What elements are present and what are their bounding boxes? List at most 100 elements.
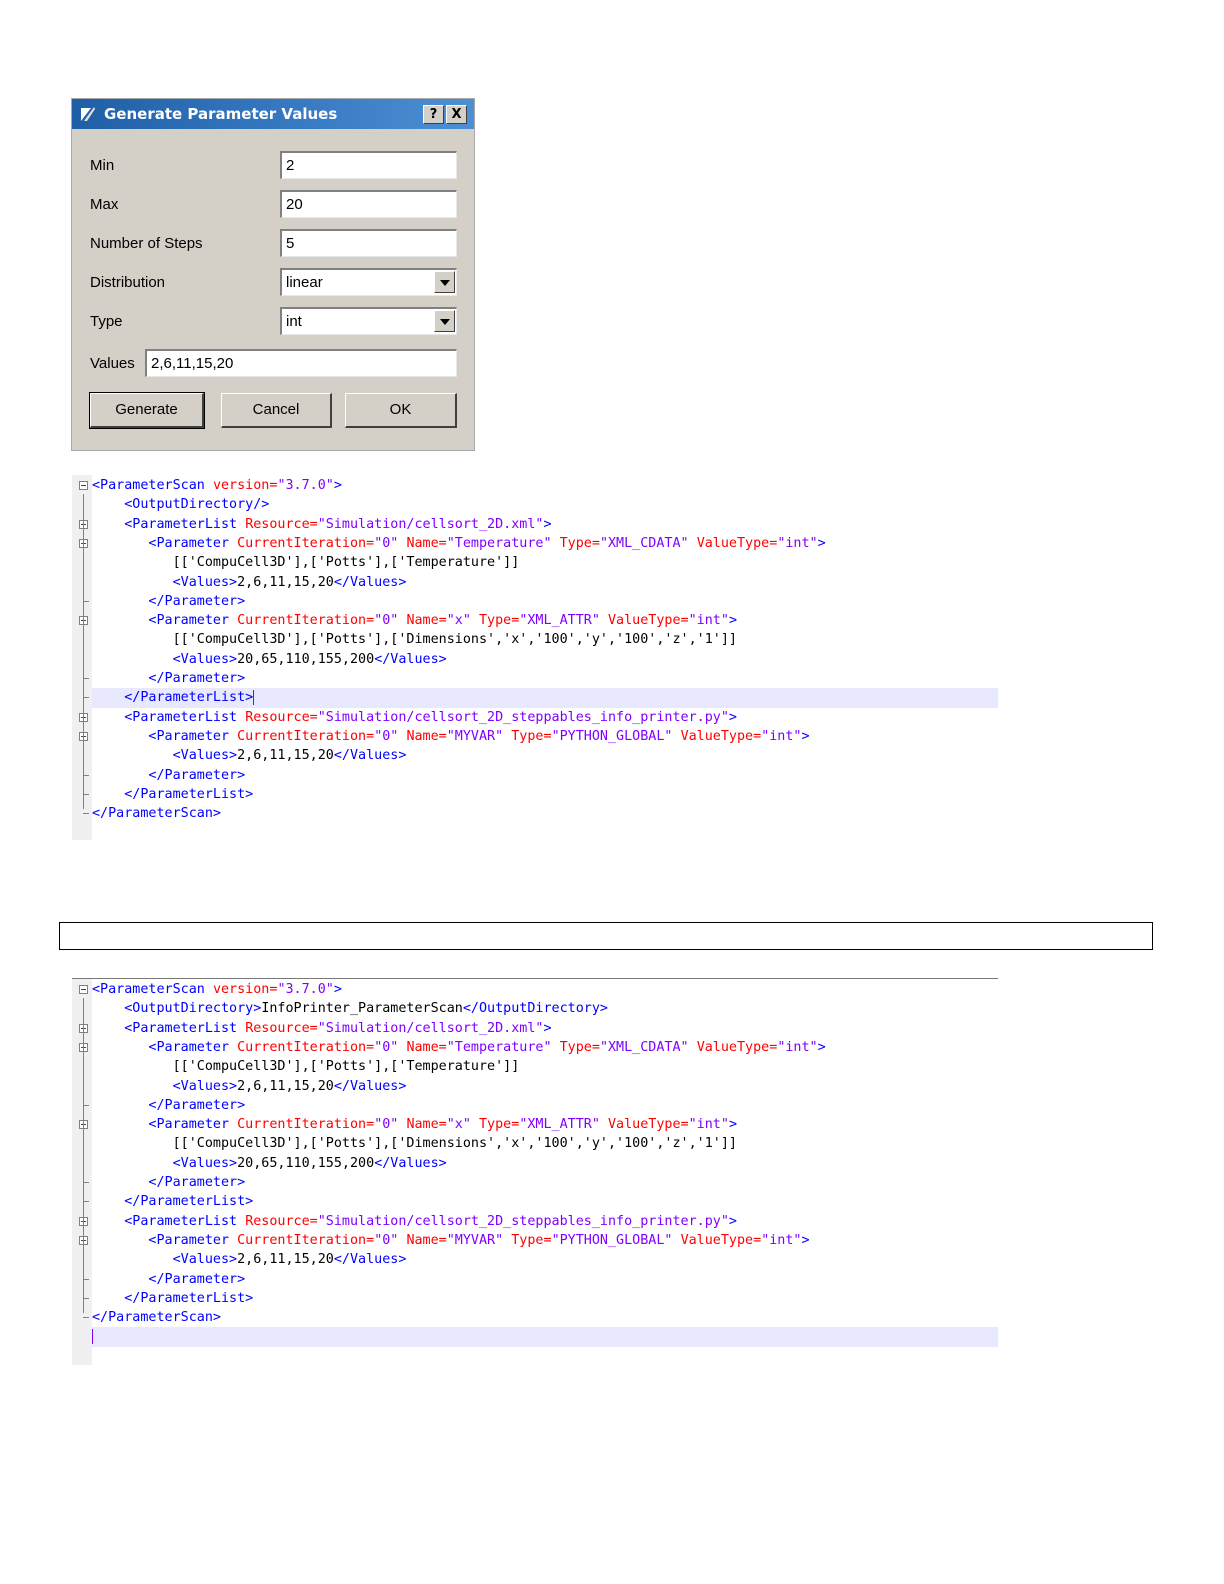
max-input[interactable]: 20: [280, 190, 457, 218]
text-cursor: [92, 1328, 93, 1344]
code-token: </Parameter>: [92, 593, 246, 609]
code-token: version=: [212, 982, 278, 997]
code-line[interactable]: <Parameter CurrentIteration="0" Name="x"…: [92, 1115, 998, 1134]
code-token: </Values>: [374, 651, 447, 667]
code-line[interactable]: [['CompuCell3D'],['Potts'],['Dimensions'…: [92, 1134, 998, 1153]
code-token: "MYVAR": [446, 728, 512, 744]
code-token: 2,6,11,15,20: [237, 1078, 334, 1094]
title-bar[interactable]: Generate Parameter Values ? X: [72, 99, 474, 129]
code-line[interactable]: <Parameter CurrentIteration="0" Name="x"…: [92, 611, 998, 630]
code-line[interactable]: <Values>20,65,110,155,200</Values>: [92, 650, 998, 669]
code-token: Name=: [406, 728, 447, 744]
code-line[interactable]: </Parameter>: [92, 1270, 998, 1289]
code-line[interactable]: [['CompuCell3D'],['Potts'],['Dimensions'…: [92, 630, 998, 649]
code-token: >: [728, 709, 737, 725]
fold-end-marker: [83, 600, 89, 602]
code-line[interactable]: <ParameterList Resource="Simulation/cell…: [92, 708, 998, 727]
code-line[interactable]: <ParameterList Resource="Simulation/cell…: [92, 515, 998, 534]
code-token: 2,6,11,15,20: [237, 1252, 334, 1268]
code-line[interactable]: <Values>2,6,11,15,20</Values>: [92, 1250, 998, 1269]
code-line[interactable]: </Parameter>: [92, 669, 998, 688]
code-token: ValueType=: [696, 1039, 778, 1055]
code-line[interactable]: [92, 1327, 998, 1347]
code-token: ValueType=: [608, 613, 689, 629]
code-line[interactable]: </ParameterList>: [92, 1192, 998, 1211]
code-token: "XML_ATTR": [519, 1117, 608, 1133]
text-cursor: [253, 689, 255, 705]
cancel-button[interactable]: Cancel: [221, 393, 332, 428]
code-token: "int": [777, 535, 818, 551]
code-token: <OutputDirectory>: [92, 1001, 262, 1017]
code-token: "0": [374, 728, 407, 744]
fold-toggle-icon[interactable]: [79, 985, 88, 994]
dialog-title: Generate Parameter Values: [104, 105, 338, 123]
code-line[interactable]: <Parameter CurrentIteration="0" Name="MY…: [92, 1231, 998, 1250]
code-line[interactable]: </ParameterScan>: [92, 804, 998, 823]
code-token: </ParameterList>: [92, 690, 254, 706]
distribution-value: linear: [286, 274, 323, 291]
code-line[interactable]: </ParameterList>: [92, 688, 998, 708]
code-token: "x": [446, 1117, 479, 1133]
code-line[interactable]: </Parameter>: [92, 1173, 998, 1192]
code-line[interactable]: <ParameterScan version="3.7.0">: [92, 476, 998, 495]
chevron-down-icon[interactable]: [434, 310, 455, 332]
code-token: <ParameterList: [92, 1213, 246, 1229]
code-line[interactable]: <Parameter CurrentIteration="0" Name="Te…: [92, 1038, 998, 1057]
min-input[interactable]: 2: [280, 151, 457, 179]
code-line[interactable]: [['CompuCell3D'],['Potts'],['Temperature…: [92, 1057, 998, 1076]
code-token: Type=: [559, 535, 600, 551]
distribution-select[interactable]: linear: [280, 268, 457, 296]
code-token: >: [728, 613, 737, 629]
code-line[interactable]: </Parameter>: [92, 592, 998, 611]
code-line[interactable]: <ParameterScan version="3.7.0">: [92, 980, 998, 999]
code-line[interactable]: <Values>2,6,11,15,20</Values>: [92, 746, 998, 765]
code-token: "Simulation/cellsort_2D_steppables_info_…: [317, 1213, 729, 1229]
code-token: "0": [374, 1117, 407, 1133]
code-line[interactable]: <ParameterList Resource="Simulation/cell…: [92, 1019, 998, 1038]
code-line[interactable]: <Values>20,65,110,155,200</Values>: [92, 1154, 998, 1173]
code-token: ValueType=: [680, 728, 762, 744]
code-token: [['CompuCell3D'],['Potts'],['Dimensions'…: [92, 1136, 737, 1152]
ok-button[interactable]: OK: [345, 393, 457, 428]
steps-input[interactable]: 5: [280, 229, 457, 257]
generate-button[interactable]: Generate: [89, 392, 205, 429]
code-line[interactable]: <Values>2,6,11,15,20</Values>: [92, 1077, 998, 1096]
code-line[interactable]: <OutputDirectory/>: [92, 495, 998, 514]
code-line[interactable]: <Values>2,6,11,15,20</Values>: [92, 573, 998, 592]
code-token: ValueType=: [680, 1232, 762, 1248]
code-token: </Values>: [333, 1078, 407, 1094]
xml-editor-before[interactable]: <ParameterScan version="3.7.0"> <OutputD…: [72, 475, 998, 840]
xml-editor-after[interactable]: <ParameterScan version="3.7.0"> <OutputD…: [72, 978, 998, 1365]
code-token: "Temperature": [446, 535, 560, 551]
code-token: >: [333, 982, 342, 997]
values-input[interactable]: 2,6,11,15,20: [145, 349, 457, 377]
fold-gutter: [72, 979, 92, 1365]
code-token: CurrentIteration=: [237, 1039, 375, 1055]
code-token: "0": [374, 535, 407, 551]
help-button[interactable]: ?: [423, 105, 444, 124]
code-token: <Values>: [92, 1078, 238, 1094]
fold-toggle-icon[interactable]: [79, 481, 88, 490]
chevron-down-icon[interactable]: [434, 271, 455, 293]
code-line[interactable]: <ParameterList Resource="Simulation/cell…: [92, 1212, 998, 1231]
code-line[interactable]: <Parameter CurrentIteration="0" Name="MY…: [92, 727, 998, 746]
fold-end-marker: [83, 1201, 89, 1203]
code-token: <ParameterList: [92, 709, 246, 725]
code-line[interactable]: [['CompuCell3D'],['Potts'],['Temperature…: [92, 553, 998, 572]
code-token: </Values>: [374, 1155, 447, 1171]
code-line[interactable]: </Parameter>: [92, 1096, 998, 1115]
code-line[interactable]: <OutputDirectory>InfoPrinter_ParameterSc…: [92, 999, 998, 1018]
code-token: [['CompuCell3D'],['Potts'],['Temperature…: [92, 555, 520, 571]
code-line[interactable]: </ParameterScan>: [92, 1308, 998, 1327]
code-line[interactable]: </ParameterList>: [92, 785, 998, 804]
type-select[interactable]: int: [280, 307, 457, 335]
code-token: 2,6,11,15,20: [237, 748, 334, 764]
code-line[interactable]: <Parameter CurrentIteration="0" Name="Te…: [92, 534, 998, 553]
fold-end-marker: [83, 1182, 89, 1183]
code-line[interactable]: </Parameter>: [92, 766, 998, 785]
code-token: Type=: [479, 613, 520, 629]
code-line[interactable]: </ParameterList>: [92, 1289, 998, 1308]
code-token: "int": [777, 1039, 818, 1055]
fold-end-marker: [83, 813, 89, 815]
close-button[interactable]: X: [446, 105, 467, 124]
